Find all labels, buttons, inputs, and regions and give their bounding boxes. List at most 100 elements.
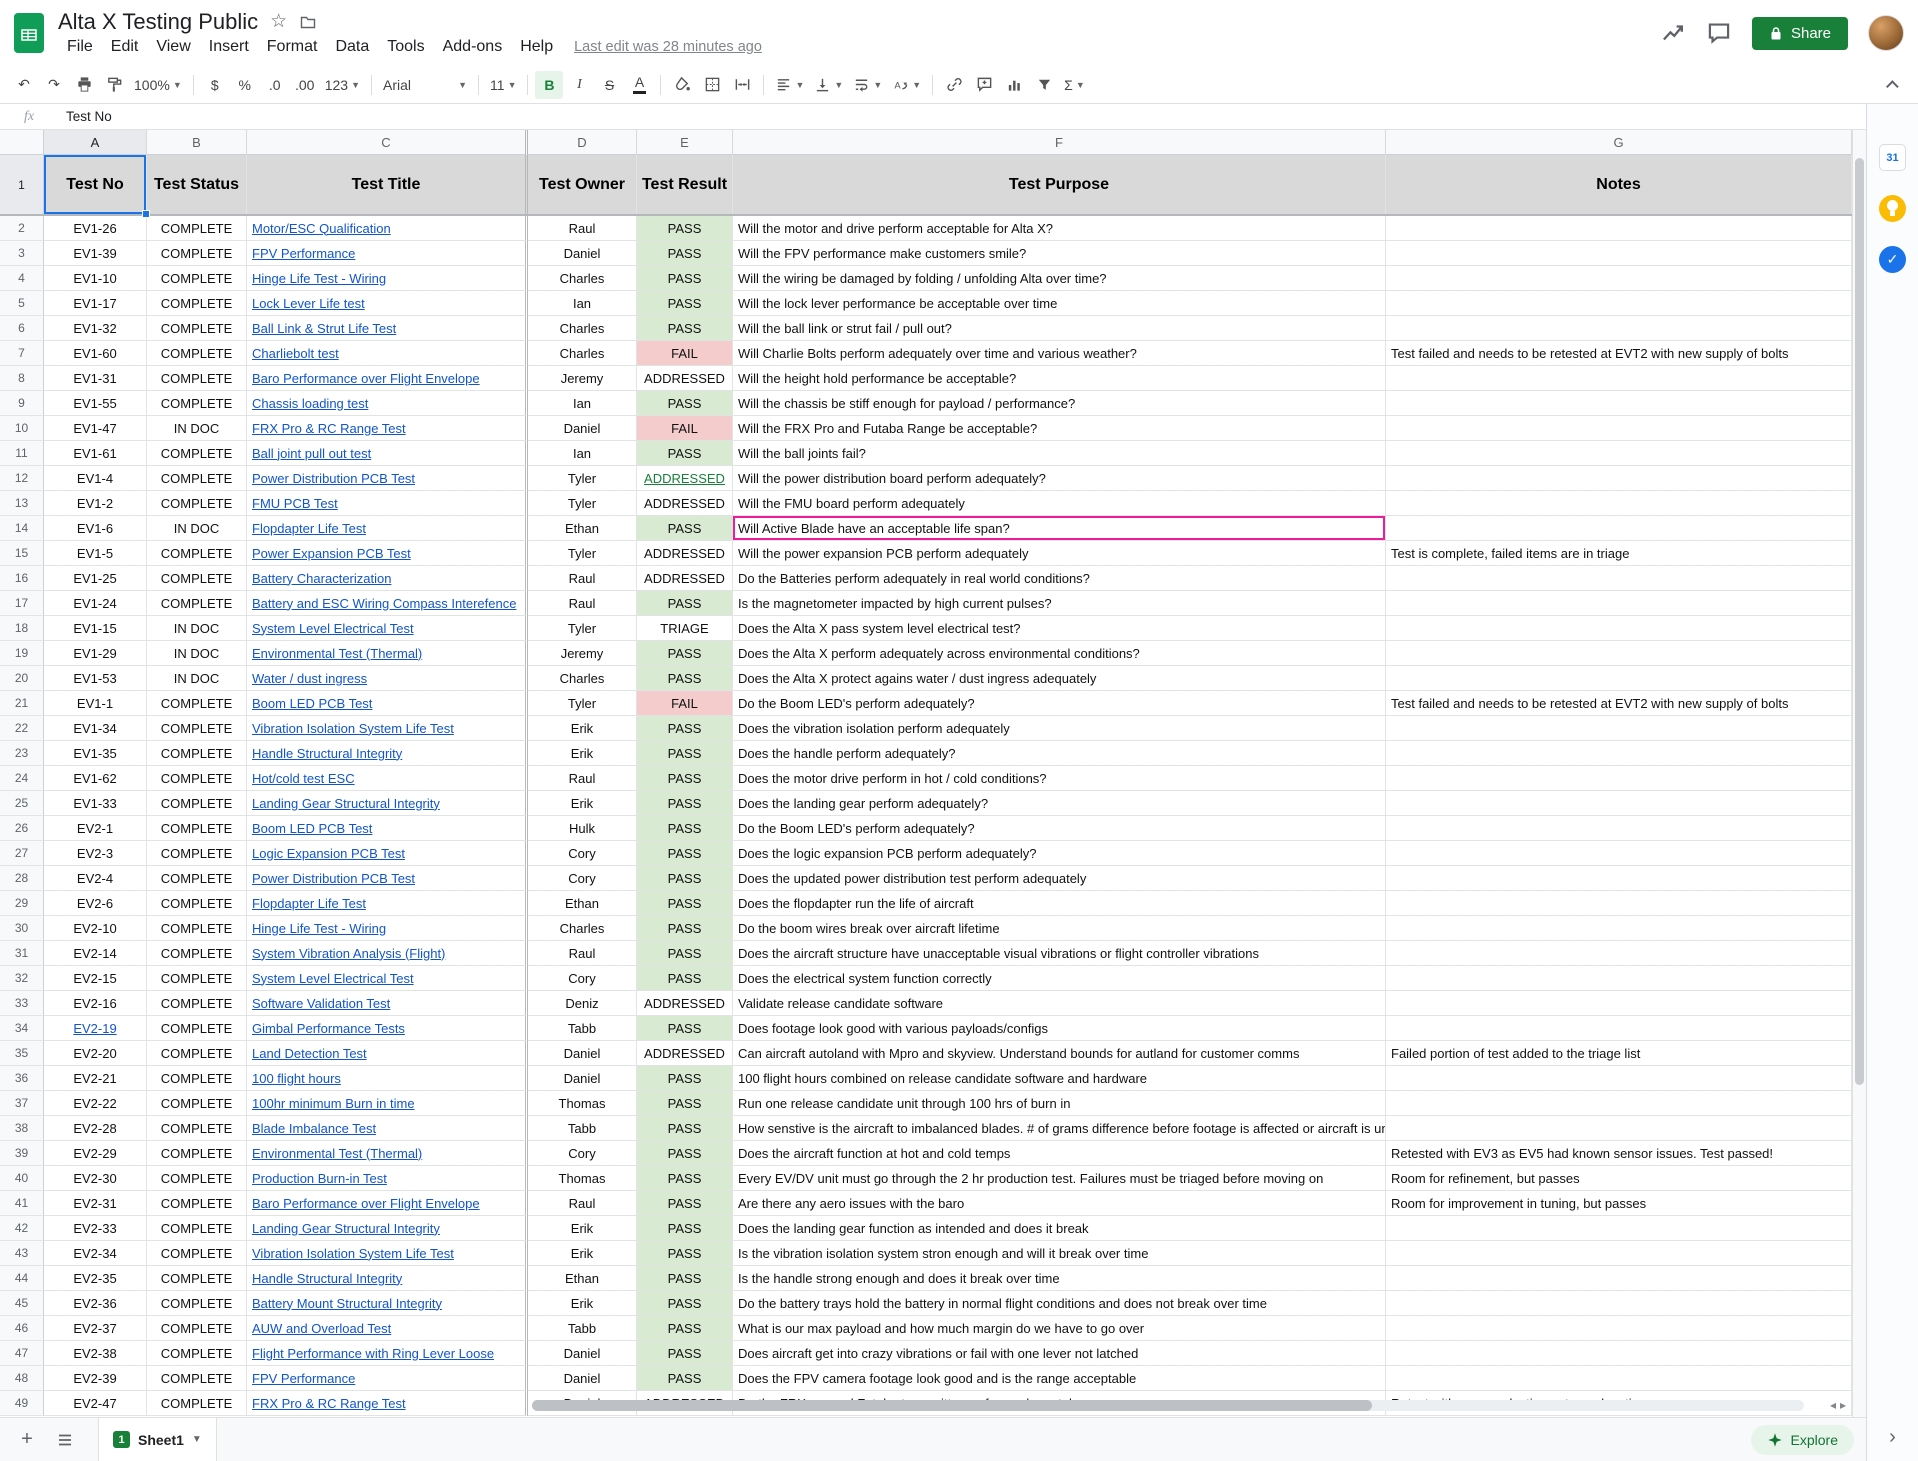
- cell-test-purpose[interactable]: Will the power distribution board perfor…: [733, 466, 1386, 491]
- cell-test-result[interactable]: ADDRESSED: [637, 366, 733, 391]
- row-number[interactable]: 9: [0, 391, 44, 416]
- row-number[interactable]: 28: [0, 866, 44, 891]
- cell-test-owner[interactable]: Erik: [528, 1216, 637, 1241]
- cell-test-owner[interactable]: Cory: [528, 1141, 637, 1166]
- cell-test-title[interactable]: Water / dust ingress: [247, 666, 528, 691]
- cell-test-purpose[interactable]: Does the Alta X perform adequately acros…: [733, 641, 1386, 666]
- cell-notes[interactable]: [1386, 716, 1852, 741]
- decrease-decimal-button[interactable]: .0: [261, 71, 289, 99]
- cell-test-result[interactable]: PASS: [637, 1166, 733, 1191]
- column-header-e[interactable]: E: [637, 130, 733, 155]
- cell-test-result[interactable]: PASS: [637, 216, 733, 241]
- cell-test-no[interactable]: EV1-62: [44, 766, 147, 791]
- cell-test-result[interactable]: FAIL: [637, 416, 733, 441]
- star-icon[interactable]: ☆: [270, 12, 287, 31]
- cell-test-title[interactable]: Battery Characterization: [247, 566, 528, 591]
- cell-test-owner[interactable]: Daniel: [528, 1066, 637, 1091]
- cell-notes[interactable]: Test is complete, failed items are in tr…: [1386, 541, 1852, 566]
- sheets-logo-icon[interactable]: [14, 13, 44, 53]
- header-cell-test-no[interactable]: Test No: [44, 155, 147, 214]
- cell-test-status[interactable]: IN DOC: [147, 516, 247, 541]
- cell-test-owner[interactable]: Jeremy: [528, 366, 637, 391]
- cell-test-status[interactable]: IN DOC: [147, 666, 247, 691]
- row-number[interactable]: 35: [0, 1041, 44, 1066]
- row-number[interactable]: 31: [0, 941, 44, 966]
- cell-test-status[interactable]: COMPLETE: [147, 491, 247, 516]
- cell-test-no[interactable]: EV1-15: [44, 616, 147, 641]
- row-number[interactable]: 20: [0, 666, 44, 691]
- column-header-b[interactable]: B: [147, 130, 247, 155]
- keep-icon[interactable]: [1879, 195, 1906, 222]
- cell-test-status[interactable]: COMPLETE: [147, 391, 247, 416]
- header-cell-notes[interactable]: Notes: [1386, 155, 1852, 214]
- cell-test-no[interactable]: EV1-61: [44, 441, 147, 466]
- fill-color-button[interactable]: [668, 71, 696, 99]
- cell-test-result[interactable]: FAIL: [637, 691, 733, 716]
- column-header-a[interactable]: A: [44, 130, 147, 155]
- cell-test-purpose[interactable]: Is the magnetometer impacted by high cur…: [733, 591, 1386, 616]
- cell-test-result[interactable]: PASS: [637, 1316, 733, 1341]
- cell-test-status[interactable]: COMPLETE: [147, 1091, 247, 1116]
- cell-notes[interactable]: [1386, 1241, 1852, 1266]
- cell-test-result[interactable]: PASS: [637, 241, 733, 266]
- cell-test-owner[interactable]: Erik: [528, 716, 637, 741]
- cell-notes[interactable]: [1386, 816, 1852, 841]
- cell-test-purpose[interactable]: Will the wiring be damaged by folding / …: [733, 266, 1386, 291]
- cell-test-status[interactable]: COMPLETE: [147, 941, 247, 966]
- cell-notes[interactable]: [1386, 766, 1852, 791]
- cell-test-result[interactable]: PASS: [637, 1216, 733, 1241]
- cell-test-owner[interactable]: Daniel: [528, 1366, 637, 1391]
- cell-notes[interactable]: [1386, 1116, 1852, 1141]
- cell-test-no[interactable]: EV2-31: [44, 1191, 147, 1216]
- cell-notes[interactable]: Test failed and needs to be retested at …: [1386, 341, 1852, 366]
- row-number[interactable]: 27: [0, 841, 44, 866]
- cell-test-result[interactable]: ADDRESSED: [637, 491, 733, 516]
- cell-test-status[interactable]: COMPLETE: [147, 1216, 247, 1241]
- cell-test-title[interactable]: FPV Performance: [247, 1366, 528, 1391]
- all-sheets-button[interactable]: [50, 1425, 80, 1455]
- row-number[interactable]: 36: [0, 1066, 44, 1091]
- cell-notes[interactable]: [1386, 1016, 1852, 1041]
- menu-file[interactable]: File: [58, 36, 102, 58]
- cell-test-title[interactable]: Power Expansion PCB Test: [247, 541, 528, 566]
- cell-test-purpose[interactable]: Does the aircraft function at hot and co…: [733, 1141, 1386, 1166]
- cell-test-owner[interactable]: Thomas: [528, 1166, 637, 1191]
- cell-test-title[interactable]: Environmental Test (Thermal): [247, 1141, 528, 1166]
- cell-test-title[interactable]: Landing Gear Structural Integrity: [247, 1216, 528, 1241]
- cell-test-no[interactable]: EV2-37: [44, 1316, 147, 1341]
- cell-test-title[interactable]: Handle Structural Integrity: [247, 1266, 528, 1291]
- row-number[interactable]: 26: [0, 816, 44, 841]
- cell-test-title[interactable]: Land Detection Test: [247, 1041, 528, 1066]
- cell-test-title[interactable]: System Vibration Analysis (Flight): [247, 941, 528, 966]
- cell-test-no[interactable]: EV2-6: [44, 891, 147, 916]
- row-number[interactable]: 17: [0, 591, 44, 616]
- cell-test-status[interactable]: COMPLETE: [147, 1016, 247, 1041]
- cell-test-purpose[interactable]: Does the electrical system function corr…: [733, 966, 1386, 991]
- cell-test-no[interactable]: EV2-39: [44, 1366, 147, 1391]
- cell-notes[interactable]: [1386, 516, 1852, 541]
- cell-test-title[interactable]: Flopdapter Life Test: [247, 516, 528, 541]
- row-number[interactable]: 5: [0, 291, 44, 316]
- menu-insert[interactable]: Insert: [200, 36, 258, 58]
- font-dropdown[interactable]: Arial▼: [379, 71, 471, 99]
- cell-test-no[interactable]: EV2-20: [44, 1041, 147, 1066]
- strikethrough-button[interactable]: S: [595, 71, 623, 99]
- cell-test-owner[interactable]: Cory: [528, 841, 637, 866]
- menu-view[interactable]: View: [147, 36, 199, 58]
- cell-notes[interactable]: [1386, 866, 1852, 891]
- cell-test-owner[interactable]: Charles: [528, 341, 637, 366]
- cell-test-purpose[interactable]: Will Charlie Bolts perform adequately ov…: [733, 341, 1386, 366]
- cell-test-purpose[interactable]: Do the Batteries perform adequately in r…: [733, 566, 1386, 591]
- row-number[interactable]: 37: [0, 1091, 44, 1116]
- cell-notes[interactable]: [1386, 791, 1852, 816]
- cell-notes[interactable]: [1386, 641, 1852, 666]
- cell-test-title[interactable]: Chassis loading test: [247, 391, 528, 416]
- cell-test-no[interactable]: EV2-15: [44, 966, 147, 991]
- row-number[interactable]: 11: [0, 441, 44, 466]
- row-number[interactable]: 15: [0, 541, 44, 566]
- cell-notes[interactable]: Failed portion of test added to the tria…: [1386, 1041, 1852, 1066]
- cell-notes[interactable]: Test failed and needs to be retested at …: [1386, 691, 1852, 716]
- text-rotation-dropdown[interactable]: A ▼: [888, 71, 925, 99]
- cell-test-no[interactable]: EV2-16: [44, 991, 147, 1016]
- row-number[interactable]: 18: [0, 616, 44, 641]
